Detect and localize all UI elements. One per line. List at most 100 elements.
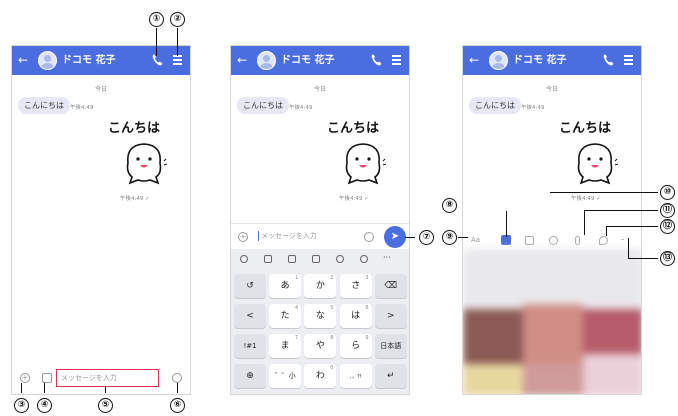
emoji-icon[interactable] [364, 232, 374, 242]
key-label: ↵ [387, 371, 395, 381]
sticker-message[interactable]: こんちは [104, 117, 186, 193]
keyboard-key[interactable]: な5 [304, 304, 337, 328]
leader-line [105, 386, 106, 393]
key-label: あ [280, 281, 290, 291]
date-separator: 今日 [313, 86, 326, 93]
send-button[interactable]: ➤ [384, 226, 406, 248]
callout-5: ⑤ [98, 398, 113, 413]
leader-line [628, 238, 629, 258]
more-icon[interactable]: ··· [620, 236, 625, 244]
emoji-icon[interactable] [172, 373, 182, 383]
back-arrow-icon[interactable]: ← [18, 52, 28, 68]
callout-1: ① [149, 12, 164, 27]
key-label: ま [280, 341, 290, 351]
gif-icon[interactable] [312, 255, 320, 263]
phone-icon[interactable] [602, 53, 614, 67]
chat-header: ← ドコモ 花子 [231, 46, 409, 75]
contact-avatar[interactable] [257, 51, 276, 70]
key-label: < [246, 311, 254, 321]
plus-icon[interactable]: + [20, 373, 30, 383]
contact-name[interactable]: ドコモ 花子 [62, 54, 115, 67]
media-gallery[interactable] [463, 249, 641, 394]
key-sub-label: 8 [330, 335, 334, 341]
attachment-toolbar: Aa ··· [463, 233, 641, 249]
emoji-icon[interactable] [549, 236, 558, 245]
key-sub-label: 0 [330, 365, 334, 371]
menu-icon[interactable] [392, 55, 401, 65]
plus-icon[interactable]: + [238, 232, 248, 242]
leader-line [405, 237, 415, 238]
received-message[interactable]: こんにちは [18, 97, 70, 114]
keyboard-key[interactable]: は6 [339, 304, 372, 328]
sticker-text: こんちは [108, 121, 161, 136]
phone-icon[interactable] [151, 53, 163, 67]
keyboard-key[interactable]: た4 [269, 304, 302, 328]
key-sub-label: 2 [330, 275, 334, 281]
font-size-toggle[interactable]: Aa [471, 236, 480, 244]
keyboard-key[interactable]: や8 [304, 334, 337, 358]
keyboard-key[interactable]: ゛゜小 [269, 364, 302, 388]
composer-bar: + メッセージを入力 ➤ [231, 223, 409, 249]
sticker-message[interactable]: こんちは [555, 117, 637, 193]
sticker-character-icon [577, 143, 619, 185]
leader-line [606, 226, 607, 236]
keyboard-key[interactable]: か2 [304, 274, 337, 298]
keyboard-key[interactable]: > [374, 304, 407, 328]
keyboard-key[interactable]: ↺ [234, 274, 266, 298]
message-input[interactable]: メッセージを入力 [258, 231, 317, 241]
message-input[interactable]: メッセージを入力 [56, 369, 159, 387]
camera-icon[interactable] [525, 236, 534, 245]
sticker-time: 午後4:49 ✓ [120, 196, 150, 202]
key-label: > [387, 311, 395, 321]
key-label: や [315, 341, 325, 351]
sticker-icon[interactable] [264, 255, 272, 263]
key-label: ら [351, 341, 361, 351]
callout-9: ⑨ [442, 230, 457, 245]
keyboard-key[interactable]: ⌫ [374, 274, 407, 298]
key-label: ↺ [246, 281, 254, 291]
menu-icon[interactable] [173, 55, 182, 65]
leader-line [21, 383, 22, 393]
keyboard-key[interactable]: ⊕ [234, 364, 266, 388]
key-label: ゛゜小 [274, 372, 296, 380]
keyboard-key[interactable]: さ3 [339, 274, 372, 298]
callout-3: ③ [14, 398, 29, 413]
keyboard-key[interactable]: < [234, 304, 266, 328]
callout-7: ⑦ [419, 230, 434, 245]
keyboard-key[interactable]: 日本語 [374, 334, 407, 358]
emoji-icon[interactable] [240, 255, 248, 263]
keyboard-key[interactable]: ↵ [374, 364, 407, 388]
back-arrow-icon[interactable]: ← [237, 52, 247, 68]
leader-line [177, 28, 178, 56]
gear-icon[interactable] [360, 255, 368, 263]
contact-name[interactable]: ドコモ 花子 [281, 54, 334, 67]
camera-icon[interactable] [42, 373, 52, 383]
leader-line [506, 211, 507, 237]
keyboard-key[interactable]: ま7 [269, 334, 302, 358]
key-label: た [280, 311, 290, 321]
received-message[interactable]: こんにちは [469, 97, 521, 114]
contact-name[interactable]: ドコモ 花子 [513, 54, 566, 67]
sticker-message[interactable]: こんちは [323, 117, 405, 193]
keyboard-key[interactable]: !#1 [234, 334, 266, 358]
key-sub-label: 5 [330, 305, 334, 311]
mic-icon[interactable] [575, 236, 580, 245]
software-keyboard: ··· ↺ あ 1 か 2 さ 3 ⌫ < た 4 な 5 は 6 > !#1 ま 7 や 8 ら 9 日本語 ⊕ ゛゜小わ 0、。… [231, 249, 409, 394]
contact-avatar[interactable] [489, 51, 508, 70]
keyboard-key[interactable]: ら9 [339, 334, 372, 358]
keyboard-key[interactable]: 、。?! [339, 364, 372, 388]
phone-icon[interactable] [370, 53, 382, 67]
menu-icon[interactable] [624, 55, 633, 65]
callout-6: ⑥ [170, 398, 185, 413]
received-message[interactable]: こんにちは [237, 97, 289, 114]
clipboard-icon[interactable] [288, 255, 296, 263]
back-arrow-icon[interactable]: ← [469, 52, 479, 68]
contact-avatar[interactable] [38, 51, 57, 70]
mic-icon[interactable] [336, 255, 344, 263]
keyboard-key[interactable]: あ1 [269, 274, 302, 298]
keyboard-key[interactable]: わ0 [304, 364, 337, 388]
leader-line [44, 383, 45, 393]
location-icon[interactable] [599, 236, 608, 245]
more-icon[interactable]: ··· [383, 254, 391, 263]
callout-12: ⑫ [660, 219, 675, 234]
